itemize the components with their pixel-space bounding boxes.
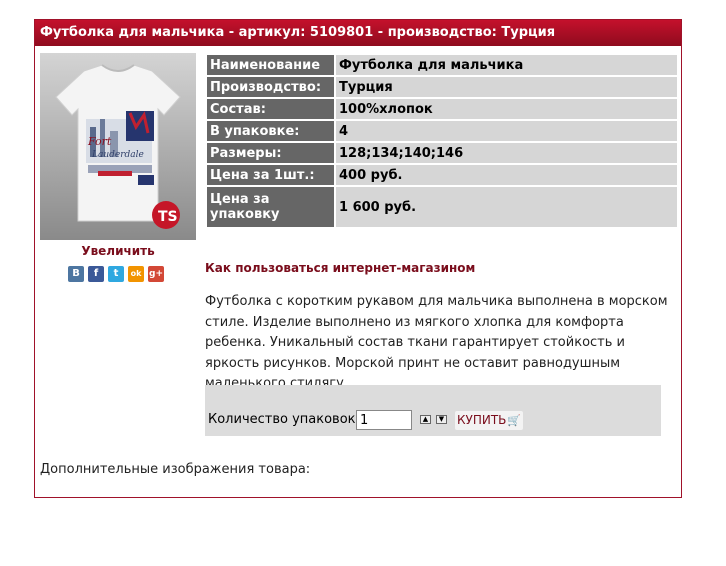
extra-images-label: Дополнительные изображения товара: <box>40 462 311 477</box>
quantity-input[interactable] <box>356 410 412 430</box>
svg-text:TS: TS <box>158 209 178 225</box>
order-box: Количество упаковок: ▲ ▼ КУПИТЬ🛒 <box>205 385 661 436</box>
spec-value: Турция <box>336 77 677 97</box>
increase-arrow-icon[interactable]: ▲ <box>420 415 431 424</box>
share-buttons: B f t ok g+ <box>68 266 164 282</box>
spec-value: 100%хлопок <box>336 99 677 119</box>
spec-key: Цена за 1шт.: <box>207 165 334 185</box>
svg-text:Lauderdale: Lauderdale <box>91 150 144 160</box>
odnoklassniki-icon[interactable]: ok <box>128 266 144 282</box>
spec-key: В упаковке: <box>207 121 334 141</box>
svg-text:Fort: Fort <box>87 135 112 148</box>
product-image[interactable]: Fort Lauderdale TS <box>40 53 196 240</box>
product-description: Футболка с коротким рукавом для мальчика… <box>205 294 668 391</box>
spec-key: Производство: <box>207 77 334 97</box>
buy-button[interactable]: КУПИТЬ🛒 <box>455 411 524 430</box>
decrease-arrow-icon[interactable]: ▼ <box>436 415 447 424</box>
vk-icon[interactable]: B <box>68 266 84 282</box>
cart-icon: 🛒 <box>507 414 522 427</box>
spec-value: Футболка для мальчика <box>336 55 677 75</box>
spec-key: Состав: <box>207 99 334 119</box>
product-panel: Футболка для мальчика - артикул: 5109801… <box>34 19 682 498</box>
product-header: Футболка для мальчика - артикул: 5109801… <box>35 20 681 46</box>
spec-row: Наименование Футболка для мальчика <box>207 55 677 75</box>
spec-value: 400 руб. <box>336 165 677 185</box>
specs-table: Наименование Футболка для мальчика Произ… <box>205 53 679 229</box>
spec-key: Наименование <box>207 55 334 75</box>
spec-value: 4 <box>336 121 677 141</box>
buy-label: КУПИТЬ <box>457 413 507 427</box>
spec-row: Производство: Турция <box>207 77 677 97</box>
spec-row: Цена за 1шт.: 400 руб. <box>207 165 677 185</box>
tshirt-image: Fort Lauderdale TS <box>55 64 181 229</box>
spec-row: В упаковке: 4 <box>207 121 677 141</box>
spec-row: Цена за упаковку 1 600 руб. <box>207 187 677 227</box>
spec-row: Размеры: 128;134;140;146 <box>207 143 677 163</box>
facebook-icon[interactable]: f <box>88 266 104 282</box>
twitter-icon[interactable]: t <box>108 266 124 282</box>
spec-row: Состав: 100%хлопок <box>207 99 677 119</box>
spec-value: 1 600 руб. <box>336 187 677 227</box>
quantity-label: Количество упаковок: <box>208 412 360 427</box>
spec-key: Размеры: <box>207 143 334 163</box>
howto-link[interactable]: Как пользоваться интернет-магазином <box>205 261 475 275</box>
googleplus-icon[interactable]: g+ <box>148 266 164 282</box>
zoom-link[interactable]: Увеличить <box>40 244 196 258</box>
spec-key: Цена за упаковку <box>207 187 334 227</box>
spec-value: 128;134;140;146 <box>336 143 677 163</box>
